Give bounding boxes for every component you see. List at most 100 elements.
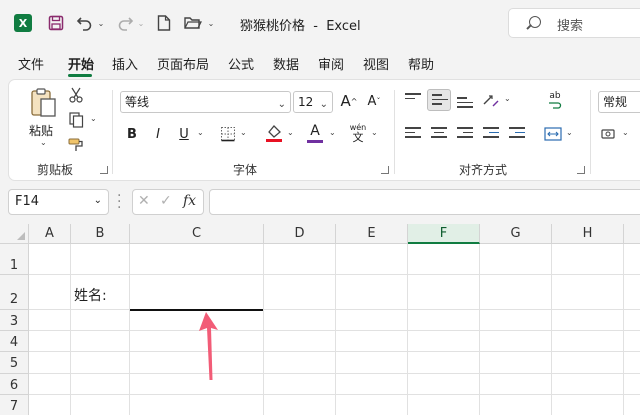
more-vertical-icon[interactable]: · · ·	[117, 189, 121, 215]
borders-dropdown-chevron-icon[interactable]: ⌄	[240, 128, 247, 137]
accounting-chevron-icon[interactable]: ⌄	[622, 128, 629, 137]
redo-dropdown-chevron-icon[interactable]: ⌄	[136, 13, 146, 33]
cut-icon[interactable]	[67, 86, 85, 104]
italic-button[interactable]: I	[149, 124, 167, 144]
title-bar: X ⌄ ⌄ ⌄ 猕猴桃价格 - Excel 搜索	[0, 0, 640, 46]
row-header-7[interactable]: 7	[0, 395, 29, 415]
align-left-icon[interactable]	[405, 127, 421, 141]
tab-data[interactable]: 数据	[273, 54, 299, 73]
font-name-select[interactable]: 等线 ⌄	[120, 91, 291, 113]
column-header-a[interactable]: A	[29, 224, 71, 244]
group-separator	[394, 90, 395, 174]
tab-home[interactable]: 开始	[68, 54, 94, 73]
row-header-5[interactable]: 5	[0, 352, 29, 374]
alignment-launcher-icon[interactable]	[577, 166, 585, 174]
number-format-select[interactable]: 常规	[598, 91, 640, 113]
column-header-h[interactable]: H	[552, 224, 624, 244]
worksheet-grid[interactable]: A B C D E F G H 1 2 3 4 5 6 7 姓名:	[0, 224, 640, 415]
phonetic-chevron-icon[interactable]: ⌄	[371, 128, 378, 137]
wrap-text-icon[interactable]: ab	[545, 89, 565, 111]
undo-icon[interactable]	[74, 13, 96, 33]
decrease-indent-icon[interactable]	[483, 127, 499, 141]
underline-button[interactable]: U	[175, 124, 193, 144]
gridline	[29, 274, 640, 275]
row-header-3[interactable]: 3	[0, 310, 29, 331]
row-header-4[interactable]: 4	[0, 331, 29, 352]
increase-indent-icon[interactable]	[509, 127, 525, 141]
wrap-text-glyph: ab	[549, 90, 561, 101]
search-input[interactable]: 搜索	[508, 8, 640, 38]
tab-formulas[interactable]: 公式	[228, 54, 254, 73]
column-header-e[interactable]: E	[336, 224, 408, 244]
gridline	[29, 309, 640, 310]
tab-help[interactable]: 帮助	[408, 54, 434, 73]
alignment-group-label: 对齐方式	[459, 163, 508, 177]
row-header-6[interactable]: 6	[0, 374, 29, 395]
fill-color-chevron-icon[interactable]: ⌄	[287, 128, 294, 137]
tab-review[interactable]: 审阅	[318, 54, 344, 73]
row-header-1[interactable]: 1	[0, 244, 29, 275]
row-header-2[interactable]: 2	[0, 275, 29, 310]
phonetic-guide-button[interactable]: wén 文	[347, 120, 369, 146]
align-top-icon[interactable]	[405, 93, 421, 107]
merge-chevron-icon[interactable]: ⌄	[566, 128, 573, 137]
tab-file[interactable]: 文件	[18, 54, 44, 73]
paste-button[interactable]: 粘贴	[29, 122, 53, 139]
fill-color-icon[interactable]	[263, 122, 285, 144]
font-group-label: 字体	[233, 163, 258, 177]
formula-input[interactable]	[209, 189, 640, 215]
font-color-swatch	[307, 139, 323, 143]
font-color-chevron-icon[interactable]: ⌄	[329, 128, 336, 137]
decrease-font-size-button[interactable]: Aˇ	[364, 90, 384, 112]
borders-icon[interactable]	[218, 124, 238, 144]
column-header-next[interactable]	[624, 224, 640, 244]
tab-page-layout[interactable]: 页面布局	[157, 54, 209, 73]
new-file-icon[interactable]	[154, 13, 174, 33]
gridline	[29, 351, 640, 352]
font-color-button[interactable]: A	[305, 122, 325, 144]
paste-dropdown-chevron-icon[interactable]: ⌄	[40, 138, 47, 147]
redo-icon[interactable]	[114, 13, 136, 33]
search-icon	[529, 16, 541, 28]
column-header-d[interactable]: D	[264, 224, 336, 244]
undo-dropdown-chevron-icon[interactable]: ⌄	[96, 13, 106, 33]
underline-dropdown-chevron-icon[interactable]: ⌄	[197, 128, 204, 137]
paste-icon[interactable]	[27, 86, 61, 120]
phonetic-bottom-label: 文	[352, 131, 364, 144]
copy-icon[interactable]	[67, 111, 85, 129]
accounting-format-icon[interactable]	[600, 124, 620, 144]
column-header-f[interactable]: F	[408, 224, 480, 244]
align-right-icon[interactable]	[457, 127, 473, 141]
cell-b2[interactable]: 姓名:	[74, 285, 107, 305]
clipboard-launcher-icon[interactable]	[100, 166, 108, 174]
tab-insert[interactable]: 插入	[112, 54, 138, 73]
save-icon[interactable]	[46, 13, 66, 33]
bold-button[interactable]: B	[123, 124, 141, 144]
customize-toolbar-chevron-icon[interactable]: ⌄	[206, 13, 216, 33]
orientation-icon[interactable]	[481, 90, 501, 110]
align-center-icon[interactable]	[431, 127, 447, 141]
enter-check-icon[interactable]: ✓	[160, 193, 172, 209]
insert-function-button[interactable]: fx	[183, 193, 196, 209]
gridline	[29, 373, 640, 374]
chevron-down-icon: ⌄	[277, 99, 286, 110]
column-header-b[interactable]: B	[71, 224, 130, 244]
align-bottom-icon[interactable]	[457, 97, 473, 111]
open-folder-icon[interactable]	[182, 13, 204, 33]
cancel-icon[interactable]: ✕	[138, 193, 150, 209]
copy-dropdown-chevron-icon[interactable]: ⌄	[90, 114, 97, 123]
name-box[interactable]: F14 ⌄	[8, 189, 109, 215]
select-all-button[interactable]	[0, 224, 29, 244]
font-size-select[interactable]: 12 ⌄	[293, 91, 333, 113]
tab-view[interactable]: 视图	[363, 54, 389, 73]
orientation-chevron-icon[interactable]: ⌄	[504, 94, 511, 103]
font-launcher-icon[interactable]	[381, 166, 389, 174]
column-header-g[interactable]: G	[480, 224, 552, 244]
column-header-c[interactable]: C	[130, 224, 264, 244]
annotation-arrow-icon	[199, 312, 218, 380]
format-painter-icon[interactable]	[67, 136, 85, 154]
align-middle-button[interactable]	[427, 89, 451, 111]
formula-buttons: ✕ ✓ fx	[132, 189, 204, 215]
merge-center-icon[interactable]	[543, 124, 563, 144]
increase-font-size-button[interactable]: A ^	[339, 90, 359, 112]
